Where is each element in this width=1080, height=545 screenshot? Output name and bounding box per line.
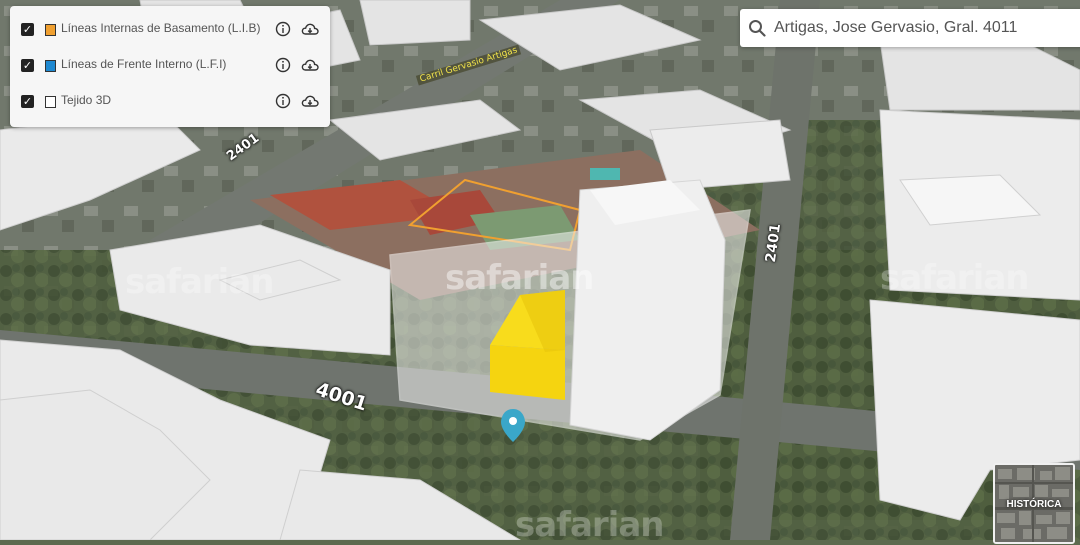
layer-checkbox[interactable]: ✓ [21,59,34,72]
info-icon[interactable] [275,21,291,37]
layer-color-swatch [45,96,56,108]
layer-color-swatch [45,60,56,72]
tower-building [569,179,726,441]
cloud-download-icon[interactable] [301,93,319,109]
layer-checkbox[interactable]: ✓ [21,23,34,36]
watermark-logo: safarian [515,505,664,545]
layer-row-tejido: ✓ Tejido 3D [10,84,330,118]
watermark-logo: safarian [125,262,274,302]
cloud-download-icon[interactable] [301,57,319,73]
historica-label: HISTÓRICA [1006,499,1062,510]
layer-label: Líneas de Frente Interno (L.F.I) [61,57,227,71]
info-icon[interactable] [275,93,291,109]
search-value: Artigas, Jose Gervasio, Gral. 4011 [774,19,1018,36]
search-icon[interactable] [748,19,766,37]
layer-color-swatch [45,24,56,36]
watermark-logo: safarian [880,258,1029,298]
watermark-logo: safarian [445,258,594,298]
layer-label: Líneas Internas de Basamento (L.I.B) [61,21,261,35]
pool [590,168,620,180]
cloud-download-icon[interactable] [301,21,319,37]
search-input[interactable]: Artigas, Jose Gervasio, Gral. 4011 [740,9,1080,47]
layers-panel: ✓ Líneas Internas de Basamento (L.I.B) ✓… [10,6,330,127]
layer-checkbox[interactable]: ✓ [21,95,34,108]
historica-button[interactable]: HISTÓRICA [993,463,1075,544]
layer-row-lib: ✓ Líneas Internas de Basamento (L.I.B) [10,12,330,46]
layer-label: Tejido 3D [61,93,112,107]
info-icon[interactable] [275,57,291,73]
layer-row-lfi: ✓ Líneas de Frente Interno (L.F.I) [10,48,330,82]
